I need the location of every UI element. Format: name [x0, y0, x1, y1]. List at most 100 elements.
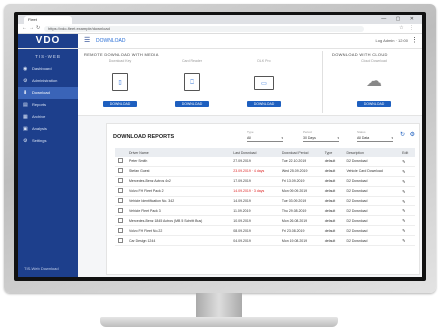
settings-icon: ⚙ [23, 138, 28, 144]
driver-name-cell: Car Design 1244 [126, 235, 231, 247]
download-button[interactable]: DOWNLOAD [175, 101, 209, 107]
filter-select[interactable]: All Data ▾ [357, 135, 393, 142]
monitor-stand-base [100, 317, 338, 327]
pencil-icon[interactable]: ✎ [402, 228, 405, 233]
last-download-cell: 27.09.2019 [230, 157, 279, 167]
edit-cell: ✎ [399, 166, 415, 177]
filter-type[interactable]: Type All ▾ [247, 130, 283, 142]
filter-period[interactable]: Period 30 Days ▾ [303, 130, 339, 142]
back-icon[interactable]: ← [22, 25, 27, 31]
pencil-icon[interactable]: ✎ [402, 199, 405, 204]
url-field[interactable]: https://vdo-fleet.example/download [44, 25, 364, 32]
more-options-icon[interactable]: ⋮ [411, 36, 418, 44]
row-checkbox[interactable] [118, 198, 123, 203]
last-download-cell: 14.09.2019 [230, 196, 279, 207]
sidebar-item-settings[interactable]: ⚙ Settings [18, 135, 78, 147]
sidebar-item-archive[interactable]: ▦ Archive [18, 111, 78, 123]
description-cell: D2 Download [343, 235, 400, 247]
table-row[interactable]: Mercedes-Benz 1845 Actros (MB 5 Schritt … [115, 215, 415, 227]
download-period-cell: Mon 19.08.2019 [278, 235, 322, 247]
table-row[interactable]: Volvo FH Fleet Pack 2 14.09.2019 · 3 days… [115, 186, 415, 197]
user-info[interactable]: Log Admin · 12:00 [376, 38, 408, 43]
row-checkbox-cell [115, 235, 126, 247]
type-cell: default [321, 196, 344, 207]
card-label: Cloud Download [361, 59, 387, 63]
description-cell: D2 Download [343, 157, 400, 167]
download-icon: ⬇ [23, 90, 28, 96]
download-button[interactable]: DOWNLOAD [103, 101, 137, 107]
download-key-icon: ▯ [112, 73, 128, 91]
pencil-icon[interactable]: ✎ [402, 208, 405, 213]
sidebar-item-dashboard[interactable]: ◉ Dashboard [18, 63, 78, 75]
pencil-icon[interactable]: ✎ [402, 169, 405, 174]
row-checkbox[interactable] [118, 158, 123, 164]
type-cell: default [321, 176, 344, 187]
table-row[interactable]: Mercedes-Benz Actros 4x2 17.09.2019 Fri 13… [115, 176, 415, 187]
filter-label: Status [357, 130, 366, 134]
table-row[interactable]: Peter Smith 27.09.2019 Tue 22.10.2019 defau… [115, 157, 415, 167]
reload-icon[interactable]: ↻ [36, 25, 40, 31]
gear-icon[interactable]: ⚙ [410, 131, 415, 138]
forward-icon[interactable]: → [29, 25, 34, 31]
row-checkbox[interactable] [118, 237, 123, 243]
table-row[interactable]: Vehicle Fleet Pack 3 11.09.2019 Thu 29.08.… [115, 205, 415, 217]
menu-icon[interactable]: ☰ [84, 36, 90, 44]
row-checkbox-cell [115, 215, 126, 227]
column-header[interactable]: Type [321, 148, 344, 157]
row-checkbox[interactable] [118, 168, 123, 174]
browser-extension-icons[interactable]: ☆ ⋮ [399, 25, 416, 31]
column-header: Edit [399, 148, 415, 157]
card-label: DLK Pro [257, 59, 271, 63]
column-header[interactable]: Driver Name [126, 148, 231, 157]
column-header[interactable]: Last Download [230, 148, 279, 157]
last-download-cell: 23.09.2019 · 4 days [230, 166, 279, 177]
type-cell: default [321, 186, 344, 197]
window-controls[interactable]: — ▢ ✕ [381, 16, 418, 22]
table-row[interactable]: Stefan Guest 23.09.2019 · 4 days Wed 25.09… [115, 166, 415, 177]
pencil-icon[interactable]: ✎ [402, 179, 405, 184]
row-checkbox[interactable] [118, 227, 123, 233]
filter-select[interactable]: All ▾ [247, 135, 283, 142]
download-button[interactable]: DOWNLOAD [357, 101, 391, 107]
download-card-dlk: DLK Pro ▭ DOWNLOAD [234, 57, 294, 115]
sidebar: TIS-WEB ◉ Dashboard ⚙ Administration ⬇ D… [18, 49, 78, 277]
download-button[interactable]: DOWNLOAD [247, 101, 281, 107]
row-checkbox[interactable] [118, 188, 123, 194]
pencil-icon[interactable]: ✎ [402, 189, 405, 194]
filter-select[interactable]: 30 Days ▾ [303, 135, 339, 142]
download-period-cell: Tue 22.10.2019 [278, 157, 322, 167]
edit-cell: ✎ [399, 225, 415, 237]
column-header[interactable]: Description [343, 148, 400, 157]
sidebar-item-analysis[interactable]: ▣ Analysis [18, 123, 78, 135]
edit-cell: ✎ [399, 205, 415, 217]
description-cell: D2 Download [343, 205, 400, 217]
driver-name-cell: Mercedes-Benz 1845 Actros (MB 5 Schritt … [126, 215, 231, 227]
last-download-cell: 04.09.2019 [230, 235, 279, 247]
admin-icon: ⚙ [23, 78, 28, 84]
sidebar-item-reports[interactable]: ▤ Reports [18, 99, 78, 111]
filter-status[interactable]: Status All Data ▾ [357, 130, 393, 142]
row-checkbox-cell [115, 166, 126, 177]
download-options: REMOTE DOWNLOAD WITH MEDIA DOWNLOAD WITH… [78, 49, 422, 116]
pencil-icon[interactable]: ✎ [402, 218, 405, 223]
row-checkbox[interactable] [118, 217, 123, 223]
table-row[interactable]: Volvo FH Fleet No.22 08.09.2019 Fri 23.08.… [115, 225, 415, 237]
browser-tab[interactable]: Fleet [24, 16, 72, 24]
dashboard-icon: ◉ [23, 66, 28, 72]
pencil-icon[interactable]: ✎ [402, 159, 405, 164]
sidebar-item-administration[interactable]: ⚙ Administration [18, 75, 78, 87]
row-checkbox[interactable] [118, 178, 123, 184]
row-checkbox-cell [115, 205, 126, 217]
reports-icon: ▤ [23, 102, 28, 108]
pencil-icon[interactable]: ✎ [402, 238, 405, 243]
table-row[interactable]: Vehicle Identification No. 342 14.09.2019… [115, 196, 415, 207]
sidebar-item-download[interactable]: ⬇ Download [18, 87, 78, 99]
table-row[interactable]: Car Design 1244 04.09.2019 Mon 19.08.2019 d… [115, 235, 415, 247]
column-header[interactable]: Download Period [278, 148, 322, 157]
chevron-down-icon: ▾ [281, 136, 283, 140]
row-checkbox-cell [115, 225, 126, 237]
type-cell: default [321, 225, 344, 237]
row-checkbox[interactable] [118, 207, 123, 213]
row-checkbox-cell [115, 196, 126, 207]
refresh-icon[interactable]: ↻ [400, 131, 405, 138]
